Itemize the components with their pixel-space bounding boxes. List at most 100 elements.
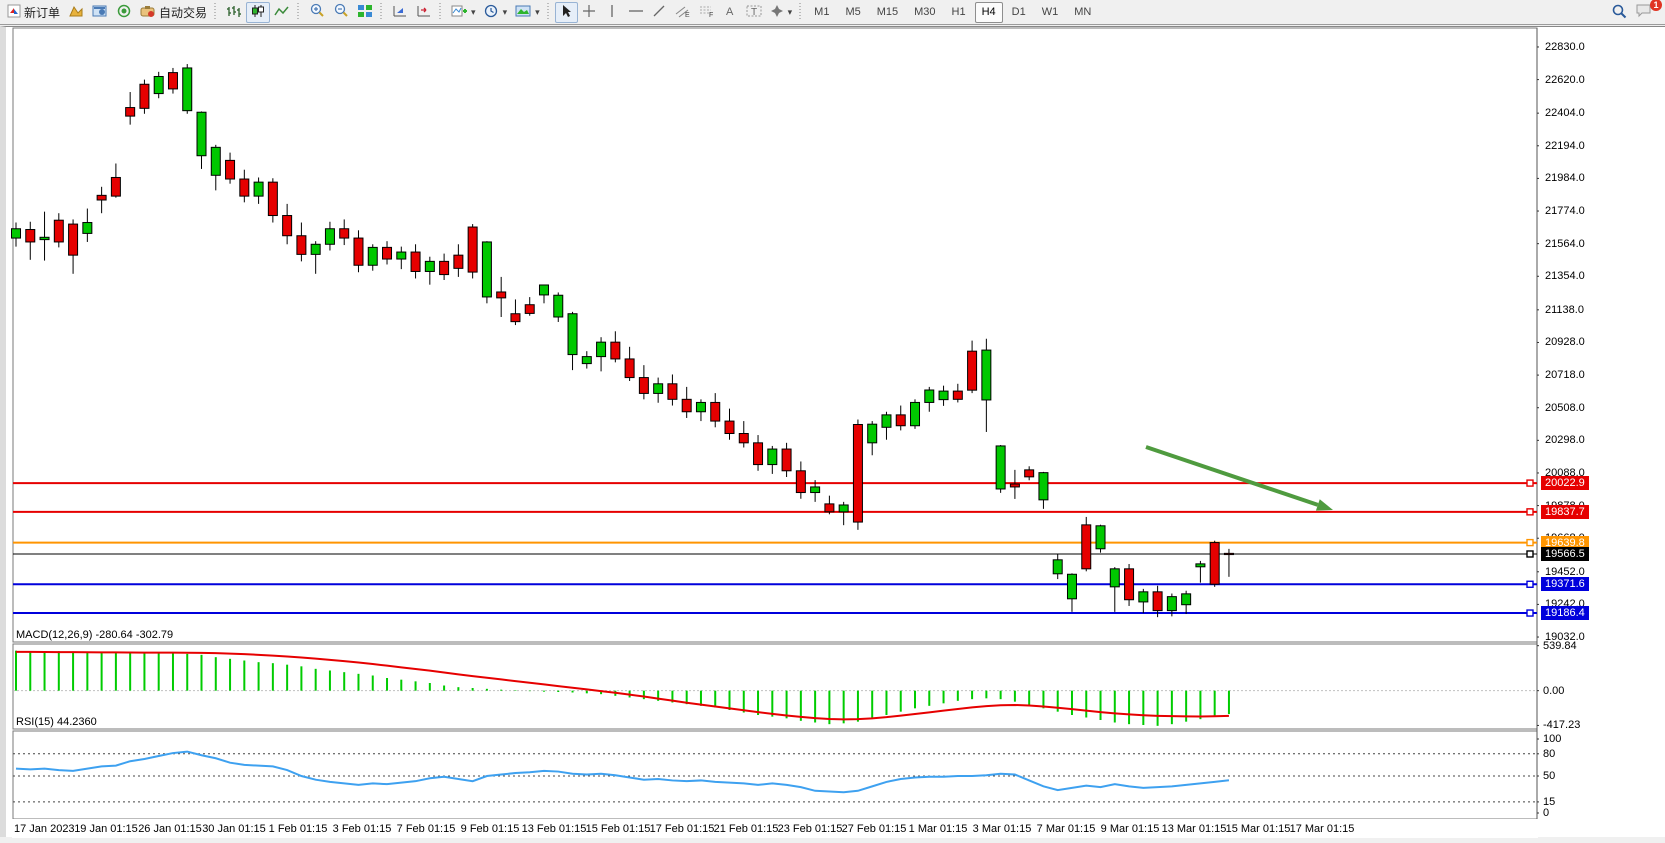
candle-body	[1039, 473, 1048, 500]
vertical-line-icon	[607, 4, 617, 21]
market-watch-button[interactable]	[88, 2, 112, 23]
candle-body	[625, 359, 634, 378]
time-axis-label: 13 Feb 01:15	[522, 823, 587, 835]
candle-body	[811, 487, 820, 493]
new-order-button[interactable]: 新订单	[3, 2, 64, 23]
candle-body	[1153, 592, 1162, 611]
timeframe-MN[interactable]: MN	[1067, 2, 1098, 23]
time-axis-label: 19 Jan 01:15	[74, 823, 138, 835]
auto-trading-button[interactable]: 自动交易	[136, 2, 211, 23]
tile-windows-button[interactable]	[353, 2, 377, 23]
trendline-icon	[652, 4, 666, 21]
timeframe-M15[interactable]: M15	[870, 2, 905, 23]
timeframe-M30[interactable]: M30	[907, 2, 942, 23]
chart-window: HK50-,H4 19570.5 19599.5 19419.5 19566.5…	[0, 26, 1665, 837]
hline-handle[interactable]	[1527, 610, 1533, 616]
auto-scroll-icon	[392, 4, 408, 21]
candle-body	[539, 285, 548, 295]
price-tick-label: 21564.0	[1545, 238, 1585, 250]
candle-body	[368, 247, 377, 265]
zoom-in-button[interactable]	[305, 2, 329, 23]
hline-handle[interactable]	[1527, 581, 1533, 587]
timeframe-H4[interactable]: H4	[975, 2, 1003, 23]
templates-button[interactable]	[511, 2, 544, 23]
candlestick-chart-button[interactable]	[246, 2, 270, 23]
time-axis-label: 9 Mar 01:15	[1101, 823, 1160, 835]
candle-body	[168, 73, 177, 89]
fibonacci-button[interactable]: F	[695, 2, 719, 23]
candle-body	[397, 252, 406, 259]
time-axis-label: 1 Feb 01:15	[269, 823, 328, 835]
timeframe-M1[interactable]: M1	[807, 2, 836, 23]
candle-body	[882, 415, 891, 427]
candle-body	[611, 342, 620, 359]
hline-handle[interactable]	[1527, 551, 1533, 557]
auto-scroll-button[interactable]	[388, 2, 412, 23]
zoom-in-icon	[309, 3, 325, 21]
candle-body	[111, 177, 120, 196]
hline-price-label: 19566.5	[1541, 547, 1589, 561]
timeframe-H1[interactable]: H1	[945, 2, 973, 23]
candle-body	[197, 112, 206, 156]
hline-handle[interactable]	[1527, 509, 1533, 515]
time-axis-label: 17 Feb 01:15	[650, 823, 715, 835]
timeframe-W1[interactable]: W1	[1035, 2, 1066, 23]
text-button[interactable]: A	[719, 2, 742, 23]
candle-body	[440, 261, 449, 274]
candlestick-chart-icon	[250, 4, 266, 21]
new-order-label: 新订单	[24, 4, 60, 21]
toolbar-grip	[297, 3, 302, 21]
candle-body	[411, 252, 420, 271]
equidistant-channel-button[interactable]: E	[671, 2, 695, 23]
navigator-button[interactable]	[112, 2, 136, 23]
macd-axis-label: 0.00	[1543, 685, 1564, 697]
trendline-button[interactable]	[648, 2, 671, 23]
chart-canvas[interactable]	[6, 27, 1665, 838]
cursor-button[interactable]	[555, 2, 578, 23]
candle-body	[982, 350, 991, 400]
zoom-out-icon	[333, 3, 349, 21]
price-tick-label: 20298.0	[1545, 434, 1585, 446]
crosshair-button[interactable]	[578, 2, 601, 23]
time-axis-label: 21 Feb 01:15	[714, 823, 779, 835]
candle-body	[1067, 574, 1076, 599]
zoom-out-button[interactable]	[329, 2, 353, 23]
time-axis[interactable]: 17 Jan 202319 Jan 01:1526 Jan 01:1530 Ja…	[12, 819, 1538, 838]
candle-body	[1167, 597, 1176, 611]
indicators-button[interactable]	[447, 2, 480, 23]
tile-windows-icon	[357, 4, 373, 21]
bar-chart-button[interactable]	[222, 2, 246, 23]
periods-button[interactable]	[480, 2, 512, 23]
candle-body	[468, 227, 477, 272]
horizontal-line-button[interactable]	[624, 2, 648, 23]
rsi-axis-label: 100	[1543, 733, 1561, 745]
vertical-line-button[interactable]	[601, 2, 624, 23]
price-tick-label: 22830.0	[1545, 41, 1585, 53]
chart-shift-button[interactable]	[412, 2, 436, 23]
notifications-button[interactable]: 1	[1631, 2, 1656, 23]
timeframe-D1[interactable]: D1	[1005, 2, 1033, 23]
price-tick-label: 21354.0	[1545, 270, 1585, 282]
candle-body	[868, 424, 877, 443]
price-tick-label: 22620.0	[1545, 74, 1585, 86]
time-axis-label: 1 Mar 01:15	[909, 823, 968, 835]
candle-body	[754, 443, 763, 465]
candle-body	[183, 68, 192, 111]
rsi-pane-border	[13, 731, 1537, 819]
candle-body	[383, 247, 392, 259]
time-axis-label: 17 Jan 2023	[14, 823, 75, 835]
text-label-button[interactable]: T	[742, 2, 766, 23]
search-button[interactable]	[1607, 2, 1631, 23]
rsi-label: RSI(15) 44.2360	[16, 716, 97, 728]
line-chart-button[interactable]	[270, 2, 294, 23]
arrows-button[interactable]	[766, 2, 797, 23]
profiles-button[interactable]	[64, 2, 88, 23]
hline-handle[interactable]	[1527, 480, 1533, 486]
timeframe-M5[interactable]: M5	[838, 2, 867, 23]
hline-handle[interactable]	[1527, 540, 1533, 546]
time-axis-label: 9 Feb 01:15	[461, 823, 520, 835]
candle-body	[482, 242, 491, 297]
candle-body	[1210, 543, 1219, 585]
price-axis[interactable]: 22830.022620.022404.022194.021984.021774…	[1539, 28, 1665, 820]
candle-body	[1125, 569, 1134, 600]
